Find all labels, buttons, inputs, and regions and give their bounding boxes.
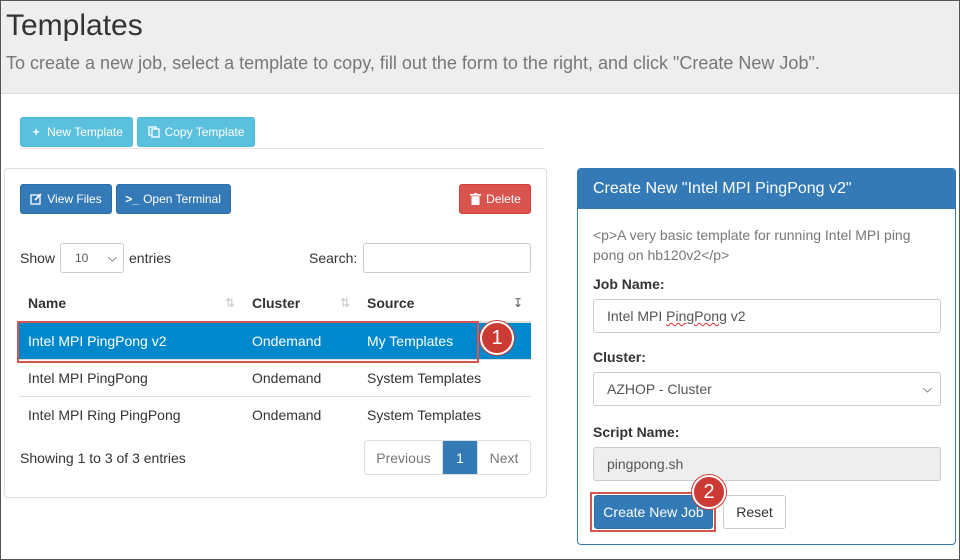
table-header-row: Name ⇅ Cluster ⇅ Source ↧ — [19, 285, 531, 323]
job-name-field[interactable]: Intel MPI PingPong v2 — [593, 299, 941, 333]
cell-name: Intel MPI PingPong — [19, 358, 243, 396]
copy-template-button[interactable]: Copy Template — [137, 117, 255, 147]
chevron-down-icon: ⌵ — [107, 250, 117, 265]
templates-table: Name ⇅ Cluster ⇅ Source ↧ Intel MPI Ping… — [19, 285, 531, 433]
table-row[interactable]: Intel MPI Ring PingPong Ondemand System … — [19, 395, 531, 433]
cell-name: Intel MPI PingPong v2 — [19, 321, 243, 359]
reset-label: Reset — [736, 504, 773, 520]
entries-select-value: 10 — [75, 251, 89, 265]
job-name-label: Job Name: — [593, 276, 665, 292]
column-header-name[interactable]: Name ⇅ — [19, 285, 243, 323]
view-files-button[interactable]: View Files — [20, 184, 112, 214]
pagination: Previous 1 Next — [364, 440, 531, 475]
create-job-panel: Create New "Intel MPI PingPong v2" <p>A … — [577, 168, 956, 545]
terminal-icon: >_ — [125, 192, 139, 206]
script-name-value: pingpong.sh — [607, 456, 684, 472]
plus-icon: + — [32, 125, 40, 139]
script-name-field: pingpong.sh — [593, 447, 941, 481]
page-subtitle: To create a new job, select a template t… — [6, 53, 820, 73]
page-header: Templates To create a new job, select a … — [1, 1, 959, 94]
column-header-cluster[interactable]: Cluster ⇅ — [243, 285, 358, 323]
entries-select[interactable]: 10 ⌵ — [60, 243, 124, 273]
cluster-select[interactable]: AZHOP - Cluster ⌵ — [593, 372, 941, 406]
page-1-button[interactable]: 1 — [443, 441, 477, 474]
table-row[interactable]: Intel MPI PingPong Ondemand System Templ… — [19, 358, 531, 396]
copy-template-label: Copy Template — [164, 125, 245, 139]
new-template-button[interactable]: + New Template — [20, 117, 133, 147]
open-terminal-label: Open Terminal — [143, 192, 221, 206]
column-header-name-label: Name — [28, 295, 67, 311]
cell-source: System Templates — [358, 395, 531, 433]
show-label: Show — [20, 250, 56, 266]
sort-descending-icon: ↧ — [512, 296, 523, 310]
job-name-suffix: v2 — [726, 308, 746, 324]
annotation-badge-1: 1 — [480, 321, 514, 355]
page-title: Templates — [6, 9, 143, 42]
new-template-label: New Template — [47, 125, 123, 139]
table-info: Showing 1 to 3 of 3 entries — [20, 450, 186, 466]
cluster-label: Cluster: — [593, 349, 646, 365]
column-header-source-label: Source — [367, 295, 415, 311]
sort-icon: ⇅ — [339, 296, 350, 310]
trash-icon — [469, 193, 481, 205]
view-files-label: View Files — [47, 192, 102, 206]
create-job-panel-title: Create New "Intel MPI PingPong v2" — [578, 169, 955, 209]
delete-label: Delete — [486, 192, 521, 206]
copy-icon — [147, 126, 160, 138]
delete-button[interactable]: Delete — [459, 184, 531, 214]
cell-cluster: Ondemand — [243, 321, 358, 359]
sort-icon: ⇅ — [224, 296, 235, 310]
job-name-prefix: Intel MPI — [607, 308, 667, 324]
create-new-job-label: Create New Job — [603, 504, 704, 520]
annotation-badge-2: 2 — [692, 475, 726, 509]
table-row[interactable]: Intel MPI PingPong v2 Ondemand My Templa… — [19, 321, 531, 359]
chevron-down-icon: ⌵ — [922, 381, 932, 396]
job-name-misspelled-word: PingPong — [666, 308, 727, 324]
search-label: Search: — [309, 250, 358, 266]
edit-icon — [30, 193, 42, 205]
reset-button[interactable]: Reset — [723, 495, 786, 529]
open-terminal-button[interactable]: >_ Open Terminal — [116, 184, 231, 214]
script-name-label: Script Name: — [593, 424, 680, 440]
next-page-button[interactable]: Next — [477, 441, 530, 474]
column-header-cluster-label: Cluster — [252, 295, 301, 311]
cell-cluster: Ondemand — [243, 358, 358, 396]
toolbar-divider — [20, 148, 544, 149]
search-input[interactable] — [363, 243, 531, 273]
entries-label: entries — [129, 250, 172, 266]
cell-name: Intel MPI Ring PingPong — [19, 395, 243, 433]
cluster-select-value: AZHOP - Cluster — [607, 381, 712, 397]
column-header-source[interactable]: Source ↧ — [358, 285, 531, 323]
previous-page-button[interactable]: Previous — [365, 441, 443, 474]
cell-source: System Templates — [358, 358, 531, 396]
cell-cluster: Ondemand — [243, 395, 358, 433]
template-description: <p>A very basic template for running Int… — [593, 227, 911, 263]
